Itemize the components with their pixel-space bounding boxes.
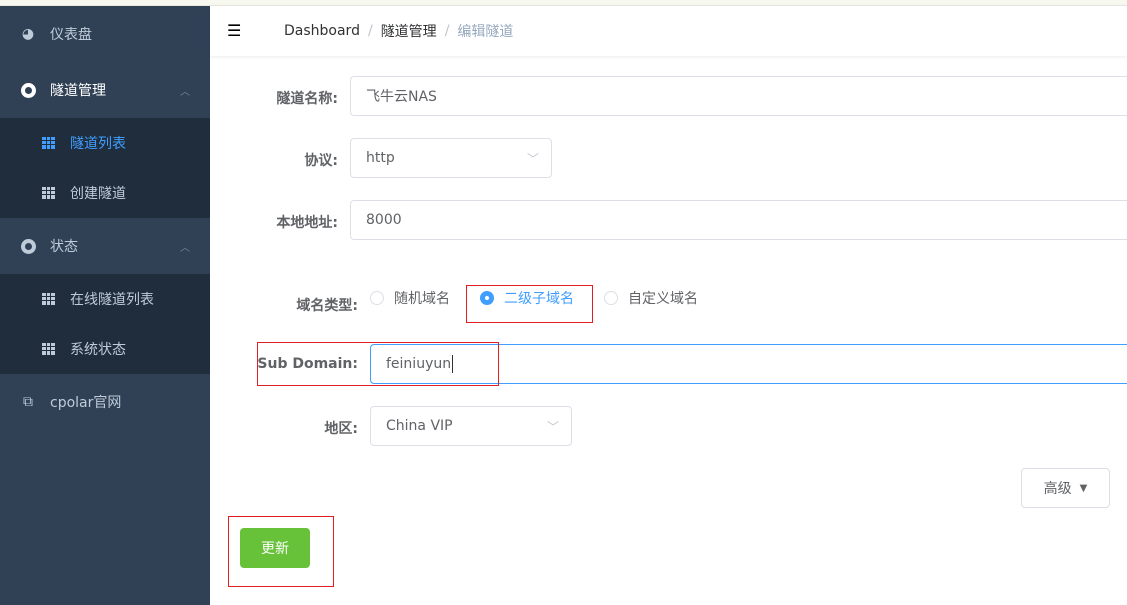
header: ☰ Dashboard / 隧道管理 / 编辑隧道 [210, 6, 1127, 56]
protocol-value: http [366, 150, 395, 166]
table-icon [40, 185, 56, 201]
chevron-down-icon: ﹀ [546, 419, 559, 434]
sidebar-item-dashboard[interactable]: ◕ 仪表盘 [0, 6, 210, 62]
table-icon [40, 291, 56, 307]
breadcrumb-separator: / [444, 23, 450, 39]
advanced-label: 高级 [1043, 481, 1072, 497]
protocol-label: 协议: [304, 153, 338, 169]
domain-type-label: 域名类型: [296, 298, 358, 314]
breadcrumb-separator: / [367, 23, 373, 39]
advanced-button[interactable]: 高级 ▼ [1021, 468, 1110, 508]
external-link-icon: ⧉ [23, 394, 33, 410]
sidebar-item-label: 状态 [50, 239, 78, 255]
sidebar-item-label: 在线隧道列表 [70, 292, 154, 308]
breadcrumb-dashboard[interactable]: Dashboard [284, 23, 360, 39]
chevron-up-icon: ︿ [180, 242, 190, 254]
sidebar-item-label: 仪表盘 [50, 27, 92, 43]
tunnel-name-input[interactable]: 飞牛云NAS [350, 76, 1127, 116]
tunnel-name-label: 隧道名称: [276, 91, 338, 107]
radio-label: 随机域名 [394, 291, 450, 307]
breadcrumb-current: 编辑隧道 [457, 24, 514, 40]
highlight-box [257, 342, 499, 386]
lifebuoy-icon [20, 82, 36, 98]
table-icon [40, 135, 56, 151]
sidebar-item-create-tunnel[interactable]: 创建隧道 [0, 168, 210, 218]
local-address-value: 8000 [366, 212, 402, 228]
radio-label: 自定义域名 [628, 291, 698, 307]
region-label: 地区: [324, 421, 358, 437]
sidebar-item-label: 系统状态 [70, 342, 126, 358]
sidebar: ◕ 仪表盘 隧道管理 ︿ 隧道列表 创建隧道 状态 ︿ 在线隧道列表 系统状态 ⧉ cp… [0, 6, 210, 605]
sidebar-item-label: 隧道列表 [70, 136, 126, 152]
sidebar-item-online-tunnels[interactable]: 在线隧道列表 [0, 274, 210, 324]
highlight-box [466, 285, 593, 323]
breadcrumb-tunnel-management[interactable]: 隧道管理 [381, 21, 437, 41]
region-value: China VIP [386, 418, 453, 434]
highlight-box [228, 516, 334, 587]
radio-random-domain[interactable]: 随机域名 [370, 288, 450, 308]
sidebar-item-label: 隧道管理 [50, 83, 106, 99]
chevron-up-icon: ︿ [180, 86, 190, 98]
caret-down-icon: ▼ [1079, 482, 1088, 494]
hamburger-icon[interactable]: ☰ [227, 23, 244, 39]
sidebar-item-tunnel-management[interactable]: 隧道管理 ︿ [0, 62, 210, 118]
protocol-select[interactable]: http ﹀ [350, 138, 552, 178]
tunnel-name-value: 飞牛云NAS [366, 89, 437, 105]
lifebuoy-icon [20, 238, 36, 254]
region-select[interactable]: China VIP ﹀ [370, 406, 572, 446]
sidebar-item-label: cpolar官网 [50, 395, 122, 411]
chevron-down-icon: ﹀ [526, 151, 539, 166]
sidebar-item-cpolar-site[interactable]: ⧉ cpolar官网 [0, 374, 210, 430]
sidebar-item-label: 创建隧道 [70, 186, 126, 202]
local-address-input[interactable]: 8000 [350, 200, 1127, 240]
breadcrumb: Dashboard / 隧道管理 / 编辑隧道 [284, 21, 513, 41]
local-address-label: 本地地址: [276, 215, 338, 231]
sidebar-item-status[interactable]: 状态 ︿ [0, 218, 210, 274]
table-icon [40, 341, 56, 357]
radio-custom-domain[interactable]: 自定义域名 [604, 288, 698, 308]
sidebar-item-system-status[interactable]: 系统状态 [0, 324, 210, 374]
sidebar-item-tunnel-list[interactable]: 隧道列表 [0, 118, 210, 168]
dashboard-icon: ◕ [21, 26, 35, 42]
